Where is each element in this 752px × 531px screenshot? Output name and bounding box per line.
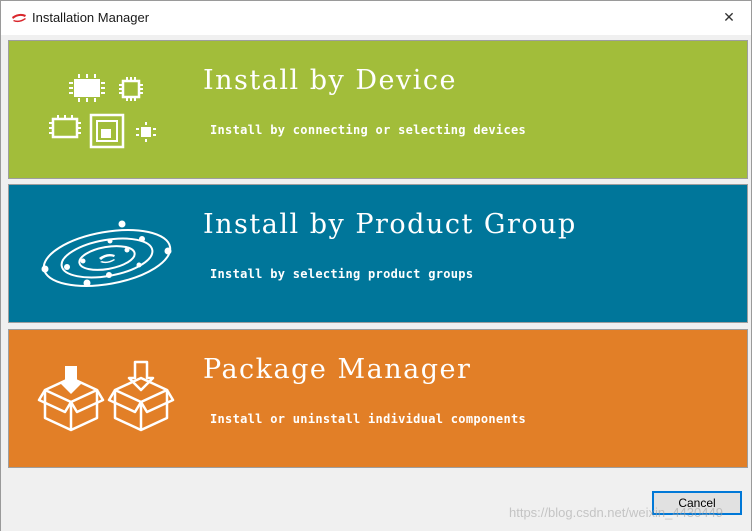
silicon-labs-logo-icon (12, 13, 26, 23)
chip-devices-icon (49, 74, 156, 149)
install-by-device-title: Install by Device (203, 65, 457, 96)
window-title: Installation Manager (32, 10, 150, 25)
package-manager-subtitle: Install or uninstall individual componen… (210, 412, 527, 426)
package-manager-tile[interactable]: Package Manager Install or uninstall ind… (8, 329, 748, 468)
installation-manager-window: Installation Manager ✕ Install by Device… (0, 0, 752, 531)
cancel-button[interactable]: Cancel (652, 491, 742, 515)
install-by-product-group-subtitle: Install by selecting product groups (210, 267, 474, 281)
install-by-device-subtitle: Install by connecting or selecting devic… (210, 123, 527, 137)
title-bar: Installation Manager ✕ (1, 1, 751, 35)
close-button[interactable]: ✕ (707, 1, 751, 35)
package-manager-title: Package Manager (203, 354, 472, 385)
orbit-group-icon (41, 220, 172, 287)
package-boxes-icon (37, 360, 175, 432)
install-by-device-tile[interactable]: Install by Device Install by connecting … (8, 40, 748, 179)
install-by-product-group-title: Install by Product Group (203, 209, 577, 240)
install-by-product-group-tile[interactable]: Install by Product Group Install by sele… (8, 184, 748, 323)
content-area: Install by Device Install by connecting … (1, 35, 751, 531)
